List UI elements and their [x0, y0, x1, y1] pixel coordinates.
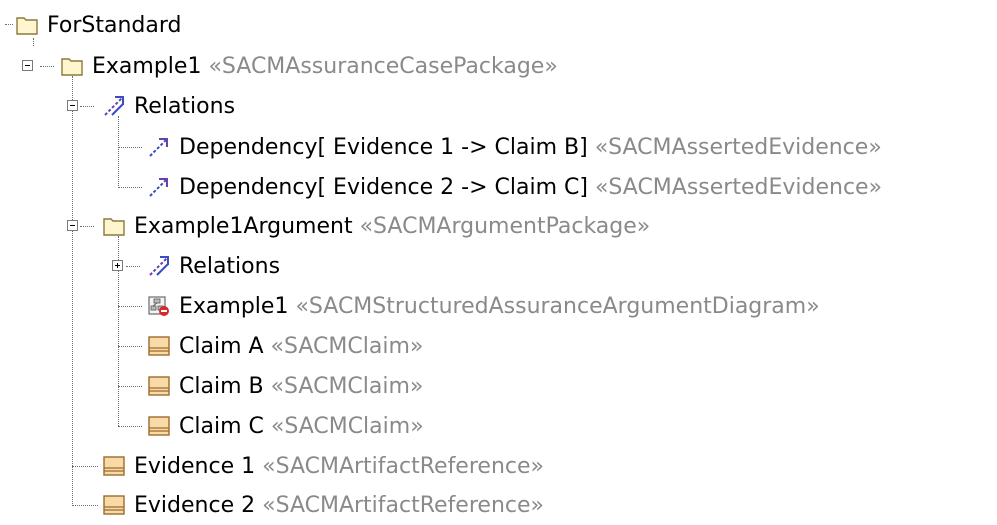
tree-node-example1-diagram[interactable]: Example1 «SACMStructuredAssuranceArgumen…	[148, 286, 820, 326]
tree-guide	[118, 426, 142, 427]
element-icon	[103, 494, 125, 516]
tree-node-dependency-2[interactable]: Dependency[ Evidence 2 -> Claim C] «SACM…	[148, 167, 882, 207]
dependency-icon	[148, 136, 170, 158]
tree-guide	[118, 187, 142, 188]
collapse-toggle-relations[interactable]	[67, 100, 78, 111]
node-label: Relations	[179, 253, 281, 279]
tree-guide	[126, 266, 140, 267]
tree-guide	[80, 106, 94, 107]
tree-node-evidence-2[interactable]: Evidence 2 «SACMArtifactReference»	[103, 485, 544, 525]
node-stereotype: «SACMClaim»	[270, 373, 424, 399]
dependency-icon	[148, 176, 170, 198]
folder-icon	[16, 14, 38, 36]
expand-toggle-relations[interactable]	[112, 260, 123, 271]
node-label: Dependency[ Evidence 2 -> Claim C]	[179, 174, 588, 200]
tree-guide	[118, 346, 142, 347]
tree-guide	[72, 505, 98, 506]
node-stereotype: «SACMClaim»	[270, 333, 424, 359]
tree-node-dependency-1[interactable]: Dependency[ Evidence 1 -> Claim B] «SACM…	[148, 127, 882, 167]
node-label: Relations	[134, 93, 236, 119]
tree-node-example1-package[interactable]: Example1 «SACMAssuranceCasePackage»	[61, 46, 558, 86]
node-label: Claim A	[179, 333, 264, 359]
node-stereotype: «SACMAssuranceCasePackage»	[208, 53, 558, 79]
tree-guide	[118, 386, 142, 387]
tree-guide	[118, 116, 119, 188]
tree-node-relations-2[interactable]: Relations	[148, 246, 280, 286]
element-icon	[148, 335, 170, 357]
node-label: Example1Argument	[134, 213, 353, 239]
node-stereotype: «SACMArtifactReference»	[262, 453, 544, 479]
node-stereotype: «SACMArgumentPackage»	[359, 213, 651, 239]
node-stereotype: «SACMArtifactReference»	[262, 492, 544, 518]
node-stereotype: «SACMStructuredAssuranceArgumentDiagram»	[295, 293, 820, 319]
node-label: Example1	[92, 53, 202, 79]
element-icon	[148, 415, 170, 437]
tree-node-claim-a[interactable]: Claim A «SACMClaim»	[148, 326, 423, 366]
node-stereotype: «SACMClaim»	[270, 413, 424, 439]
tree-node-forstandard[interactable]: ForStandard	[16, 5, 181, 45]
relations-icon	[103, 95, 125, 117]
tree-node-evidence-1[interactable]: Evidence 1 «SACMArtifactReference»	[103, 446, 544, 486]
tree-node-example1argument[interactable]: Example1Argument «SACMArgumentPackage»	[103, 206, 650, 246]
element-icon	[148, 375, 170, 397]
collapse-toggle-example1argument[interactable]	[67, 220, 78, 231]
folder-icon	[103, 215, 125, 237]
tree-guide	[80, 226, 94, 227]
tree-guide	[118, 306, 142, 307]
node-label: ForStandard	[47, 12, 182, 38]
tree-guide	[72, 466, 98, 467]
node-label: Dependency[ Evidence 1 -> Claim B]	[179, 134, 588, 160]
tree-node-claim-c[interactable]: Claim C «SACMClaim»	[148, 406, 424, 446]
node-label: Example1	[179, 293, 289, 319]
element-icon	[103, 455, 125, 477]
tree-guide	[5, 24, 13, 25]
node-label: Claim B	[179, 373, 264, 399]
collapse-toggle-example1[interactable]	[22, 60, 33, 71]
tree-node-relations[interactable]: Relations	[103, 86, 235, 126]
diagram-icon	[148, 295, 170, 317]
node-label: Claim C	[179, 413, 264, 439]
relations-icon	[148, 255, 170, 277]
containment-tree: ForStandard Example1 «SACMAssuranceCaseP…	[0, 0, 997, 518]
tree-guide	[40, 66, 54, 67]
tree-guide	[118, 147, 142, 148]
folder-icon	[61, 55, 83, 77]
tree-guide	[72, 76, 73, 506]
node-label: Evidence 1	[134, 453, 256, 479]
node-label: Evidence 2	[134, 492, 256, 518]
node-stereotype: «SACMAssertedEvidence»	[594, 174, 883, 200]
tree-node-claim-b[interactable]: Claim B «SACMClaim»	[148, 366, 423, 406]
node-stereotype: «SACMAssertedEvidence»	[594, 134, 882, 160]
